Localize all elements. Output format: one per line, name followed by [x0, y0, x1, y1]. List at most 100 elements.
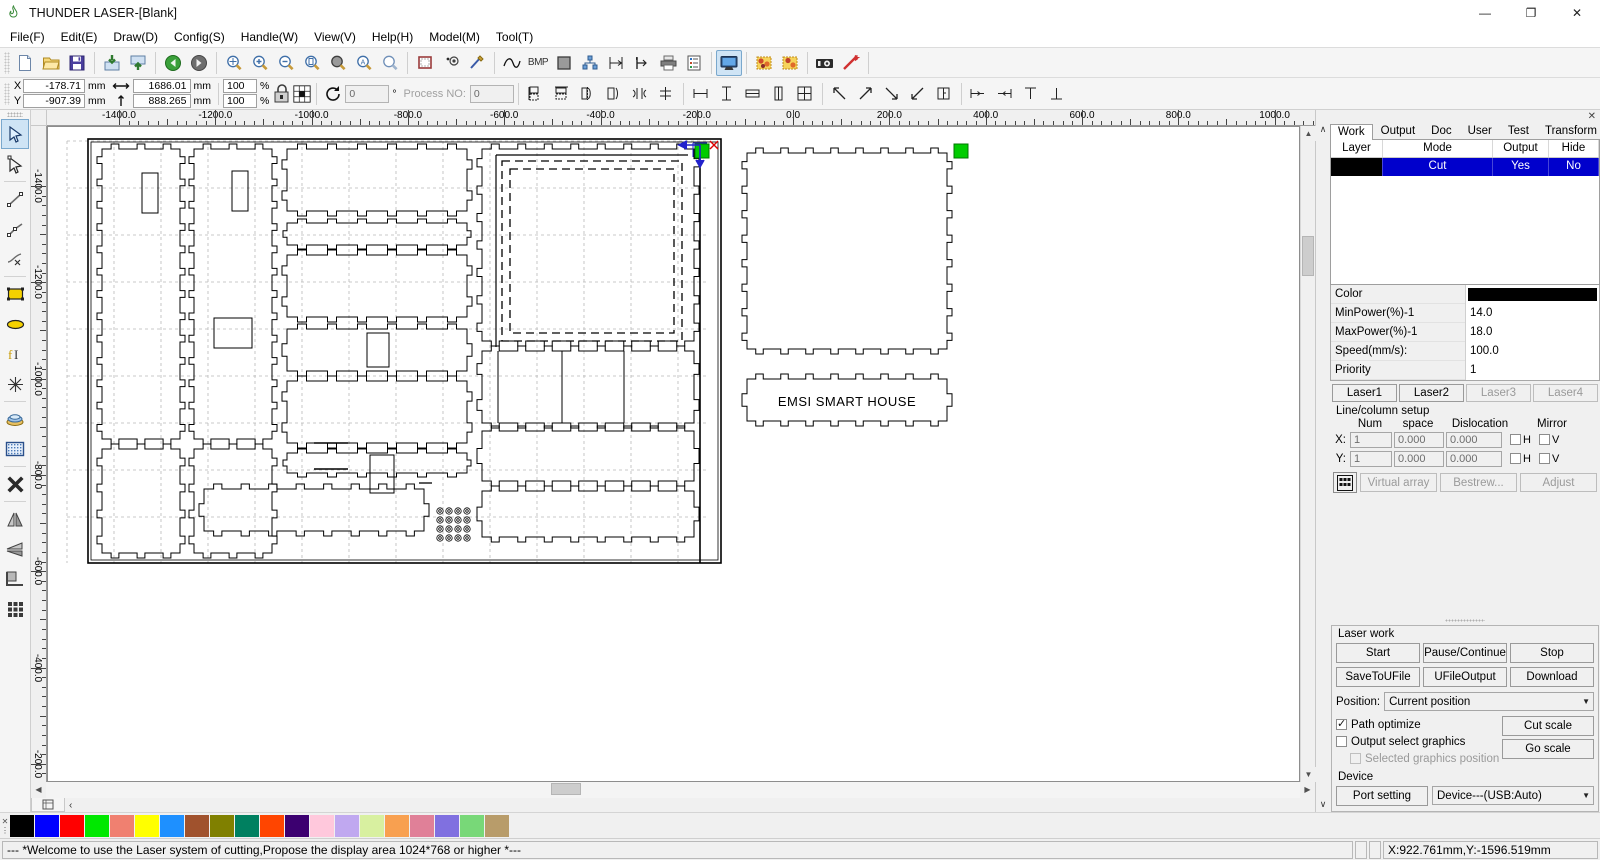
arrow-seq-icon[interactable]: [629, 50, 655, 76]
pause-continue-button[interactable]: Pause/Continue: [1423, 643, 1507, 663]
mirror-horizontal-tool[interactable]: [1, 504, 29, 534]
start-button[interactable]: Start: [1336, 643, 1420, 663]
stop-button[interactable]: Stop: [1510, 643, 1594, 663]
frame-icon[interactable]: [412, 50, 438, 76]
cut-scale-button[interactable]: Cut scale: [1502, 716, 1594, 736]
x-mirror-h-checkbox[interactable]: [1510, 434, 1521, 445]
scroll-down-arrow[interactable]: ▼: [1301, 767, 1316, 782]
save-to-ufile-button[interactable]: SaveToUFile: [1336, 667, 1420, 687]
angle-input[interactable]: 0: [345, 84, 390, 103]
left-palette-grip[interactable]: [7, 112, 23, 117]
align-center-icon[interactable]: [931, 81, 957, 107]
property-value-priority[interactable]: 1: [1465, 360, 1599, 380]
property-row-minpower[interactable]: MinPower(%)-1 14.0: [1331, 303, 1599, 323]
open-folder-icon[interactable]: [38, 50, 64, 76]
array-grid-icon[interactable]: [1333, 472, 1357, 493]
node-edit-icon[interactable]: [438, 50, 464, 76]
scroll-left-arrow[interactable]: ◀: [31, 782, 46, 797]
path-optimize-option[interactable]: Path optimize: [1336, 716, 1502, 733]
palette-close-icon[interactable]: ✕ ⋮: [0, 814, 10, 838]
align-topright-icon[interactable]: [853, 81, 879, 107]
align-topleft-icon[interactable]: [827, 81, 853, 107]
bitmap-process-icon[interactable]: [777, 50, 803, 76]
x-num-input[interactable]: 1: [1350, 431, 1392, 448]
vertical-scroll-thumb[interactable]: [1302, 236, 1314, 276]
color-swatch-17[interactable]: [435, 814, 460, 837]
bmp-icon[interactable]: BMP: [525, 50, 551, 76]
zoom-out-icon[interactable]: [273, 50, 299, 76]
align-corner-tool[interactable]: [1, 564, 29, 594]
color-swatch-15[interactable]: [385, 814, 410, 837]
scroll-up-arrow[interactable]: ▲: [1301, 126, 1316, 141]
color-swatch-12[interactable]: [310, 814, 335, 837]
menu-file[interactable]: File(F): [2, 28, 53, 46]
menu-model[interactable]: Model(M): [421, 28, 488, 46]
bitmap-tool[interactable]: [1, 434, 29, 464]
tab-transform[interactable]: Transform: [1537, 123, 1600, 139]
device-select[interactable]: Device---(USB:Auto) ▼: [1432, 786, 1594, 805]
color-swatch-5[interactable]: [135, 814, 160, 837]
property-row-speed[interactable]: Speed(mm/s): 100.0: [1331, 341, 1599, 361]
canvas-prev-page-icon[interactable]: ‹: [65, 800, 72, 811]
zoom-page-icon[interactable]: [299, 50, 325, 76]
layer-hide-cell[interactable]: No: [1549, 158, 1599, 176]
color-swatch-7[interactable]: [185, 814, 210, 837]
color-swatch-0[interactable]: [10, 814, 35, 837]
y-space-input[interactable]: 0.000: [1394, 450, 1444, 467]
y-num-input[interactable]: 1: [1350, 450, 1392, 467]
color-swatch-8[interactable]: [210, 814, 235, 837]
color-swatch-9[interactable]: [235, 814, 260, 837]
horizontal-scroll-track[interactable]: [46, 782, 1300, 798]
list-icon[interactable]: [681, 50, 707, 76]
property-value-minpower[interactable]: 14.0: [1465, 303, 1599, 323]
flip-v-icon[interactable]: [653, 81, 679, 107]
path-edit-icon[interactable]: [464, 50, 490, 76]
measure-bottom-icon[interactable]: [1044, 81, 1070, 107]
tab-user[interactable]: User: [1460, 123, 1500, 139]
measure-right-icon[interactable]: [992, 81, 1018, 107]
laser2-button[interactable]: Laser2: [1399, 384, 1464, 402]
bezier-tool[interactable]: [1, 244, 29, 274]
maximize-button[interactable]: ❐: [1508, 0, 1554, 26]
menu-edit[interactable]: Edit(E): [53, 28, 106, 46]
panel-splitter[interactable]: [1330, 616, 1600, 625]
mirror-v-icon[interactable]: [601, 81, 627, 107]
canvas-vertical-scrollbar[interactable]: ▲ ▼: [1300, 126, 1316, 782]
y-mirror-h-checkbox[interactable]: [1510, 453, 1521, 464]
horizontal-ruler[interactable]: -1400.0-1200.0-1000.0-800.0-600.0-400.0-…: [47, 110, 1315, 126]
same-size-icon[interactable]: [792, 81, 818, 107]
layer-color-cell[interactable]: [1331, 158, 1383, 176]
group-node-icon[interactable]: [577, 50, 603, 76]
wizard-icon[interactable]: [838, 50, 864, 76]
print-icon[interactable]: [655, 50, 681, 76]
zoom-all-icon[interactable]: A: [351, 50, 377, 76]
dist-h-icon[interactable]: [688, 81, 714, 107]
property-value-speed[interactable]: 100.0: [1465, 341, 1599, 361]
fill-icon[interactable]: [551, 50, 577, 76]
color-swatch-18[interactable]: [460, 814, 485, 837]
process-no-input[interactable]: 0: [469, 84, 514, 103]
download-button[interactable]: Download: [1510, 667, 1594, 687]
curve-icon[interactable]: [499, 50, 525, 76]
panel-collapse-up-icon[interactable]: ∧: [1320, 124, 1327, 135]
menu-help[interactable]: Help(H): [364, 28, 421, 46]
scroll-right-arrow[interactable]: ▶: [1300, 782, 1315, 797]
layer-table[interactable]: Layer Mode Output Hide Cut Yes No: [1330, 140, 1600, 285]
text-tool[interactable]: fI: [1, 339, 29, 369]
measure-top-icon[interactable]: [1018, 81, 1044, 107]
polyline-tool[interactable]: [1, 214, 29, 244]
dist-v-icon[interactable]: [714, 81, 740, 107]
color-swatch-1[interactable]: [35, 814, 60, 837]
panel-close-icon[interactable]: ✕: [1588, 111, 1596, 122]
color-swatch-11[interactable]: [285, 814, 310, 837]
port-setting-button[interactable]: Port setting: [1336, 786, 1428, 806]
menu-draw[interactable]: Draw(D): [105, 28, 166, 46]
color-swatch[interactable]: [1468, 287, 1597, 301]
zoom-in-icon[interactable]: [247, 50, 273, 76]
same-width-icon[interactable]: [740, 81, 766, 107]
select-tool[interactable]: [1, 119, 29, 149]
export-icon[interactable]: [125, 50, 151, 76]
offset-icon[interactable]: [603, 50, 629, 76]
output-select-graphics-checkbox[interactable]: [1336, 736, 1347, 747]
panel-collapse-down-icon[interactable]: ∨: [1320, 799, 1327, 810]
